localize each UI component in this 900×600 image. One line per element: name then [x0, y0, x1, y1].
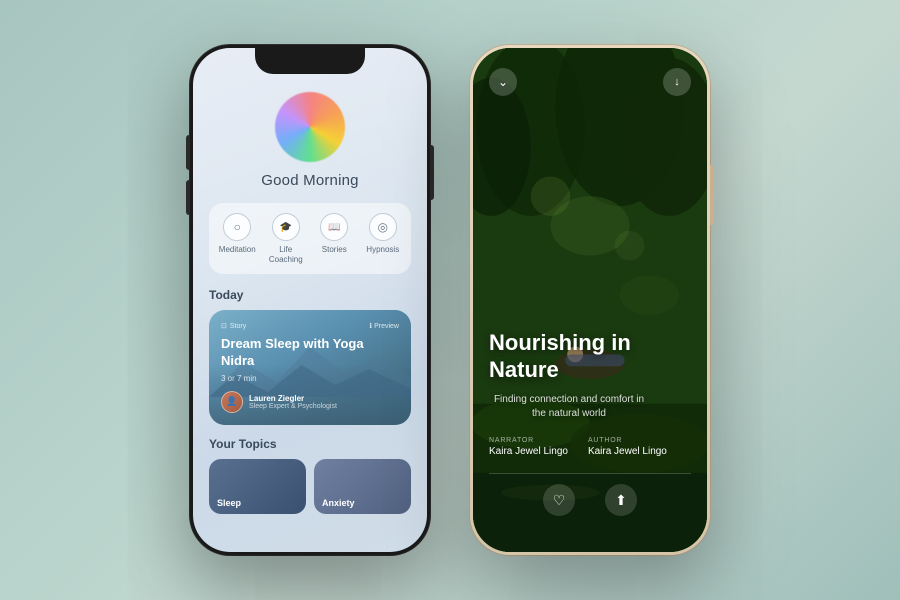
- author-info: Lauren Ziegler Sleep Expert & Psychologi…: [249, 394, 337, 410]
- preview-icon: ℹ: [369, 322, 372, 330]
- phone-right-top-bar: ⌄ ↓: [489, 68, 691, 96]
- volume-down-button: [186, 180, 190, 215]
- card-duration: 3 or 7 min: [221, 374, 399, 383]
- topic-sleep[interactable]: Sleep: [209, 459, 306, 514]
- card-preview-button[interactable]: ℹ Preview: [369, 322, 399, 330]
- phone-left-content: Good Morning ○ Meditation 🎓 Life Coachin…: [193, 48, 427, 552]
- card-top-row: ⊡ Story ℹ Preview: [221, 322, 399, 330]
- download-button[interactable]: ↓: [663, 68, 691, 96]
- category-hypnosis[interactable]: ◎ Hypnosis: [359, 213, 408, 264]
- greeting-text: Good Morning: [209, 172, 411, 189]
- phone-right-screen: ⌄ ↓ Nourishing in Nature Finding connect…: [473, 48, 707, 552]
- color-circle-icon: [275, 92, 345, 162]
- narrator-name: Kaira Jewel Lingo: [489, 446, 568, 457]
- topics-row: Sleep Anxiety: [209, 459, 411, 514]
- share-icon: ⬆: [615, 492, 627, 509]
- author-col: AUTHOR Kaira Jewel Lingo: [588, 437, 667, 457]
- right-phone-power-button: [710, 165, 714, 225]
- card-author: 👤 Lauren Ziegler Sleep Expert & Psycholo…: [221, 391, 399, 413]
- avatar-face-icon: 👤: [222, 392, 242, 412]
- heart-icon: ♡: [553, 492, 566, 509]
- nature-subtitle: Finding connection and comfort in the na…: [489, 393, 649, 421]
- phones-container: Good Morning ○ Meditation 🎓 Life Coachin…: [170, 25, 730, 575]
- stories-icon: 📖: [320, 213, 348, 241]
- category-stories-label: Stories: [322, 245, 347, 255]
- power-button: [430, 145, 434, 200]
- phone-right: ⌄ ↓ Nourishing in Nature Finding connect…: [470, 45, 710, 555]
- category-meditation[interactable]: ○ Meditation: [213, 213, 262, 264]
- volume-up-button: [186, 135, 190, 170]
- hypnosis-icon: ◎: [369, 213, 397, 241]
- categories-row: ○ Meditation 🎓 Life Coaching 📖 Stories ◎…: [209, 203, 411, 274]
- author-label-text: AUTHOR: [588, 437, 667, 444]
- category-life-coaching[interactable]: 🎓 Life Coaching: [262, 213, 311, 264]
- card-title: Dream Sleep with Yoga Nidra: [221, 336, 399, 370]
- author-name: Lauren Ziegler: [249, 394, 337, 403]
- today-card[interactable]: ⊡ Story ℹ Preview Dream Sleep with Yoga …: [209, 310, 411, 425]
- your-topics-title: Your Topics: [209, 437, 411, 451]
- card-type-badge: ⊡ Story: [221, 322, 246, 330]
- heart-button[interactable]: ♡: [543, 484, 575, 516]
- today-section-title: Today: [209, 288, 411, 302]
- phone-left: Good Morning ○ Meditation 🎓 Life Coachin…: [190, 45, 430, 555]
- phone-left-screen: Good Morning ○ Meditation 🎓 Life Coachin…: [193, 48, 427, 552]
- share-button[interactable]: ⬆: [605, 484, 637, 516]
- back-button[interactable]: ⌄: [489, 68, 517, 96]
- meditation-icon: ○: [223, 213, 251, 241]
- nature-bottom-bar: ♡ ⬆: [489, 473, 691, 516]
- category-coaching-label: Life Coaching: [262, 245, 311, 264]
- author-avatar: 👤: [221, 391, 243, 413]
- nature-meta: NARRATOR Kaira Jewel Lingo AUTHOR Kaira …: [489, 437, 691, 457]
- nature-main-content: Nourishing in Nature Finding connection …: [489, 116, 691, 536]
- topic-anxiety[interactable]: Anxiety: [314, 459, 411, 514]
- author-title: Sleep Expert & Psychologist: [249, 403, 337, 410]
- category-hypnosis-label: Hypnosis: [366, 245, 399, 255]
- category-meditation-label: Meditation: [219, 245, 256, 255]
- story-type-icon: ⊡: [221, 322, 227, 330]
- phone-right-content: ⌄ ↓ Nourishing in Nature Finding connect…: [473, 48, 707, 552]
- narrator-label: NARRATOR: [489, 437, 568, 444]
- topic-anxiety-label: Anxiety: [322, 498, 355, 508]
- cloud-download-icon: ↓: [674, 76, 680, 88]
- phone-notch: [255, 48, 365, 74]
- topic-sleep-label: Sleep: [217, 498, 241, 508]
- coaching-icon: 🎓: [272, 213, 300, 241]
- narrator-col: NARRATOR Kaira Jewel Lingo: [489, 437, 568, 457]
- author-name-text: Kaira Jewel Lingo: [588, 446, 667, 457]
- category-stories[interactable]: 📖 Stories: [310, 213, 359, 264]
- nature-title: Nourishing in Nature: [489, 330, 691, 383]
- chevron-down-icon: ⌄: [498, 75, 508, 89]
